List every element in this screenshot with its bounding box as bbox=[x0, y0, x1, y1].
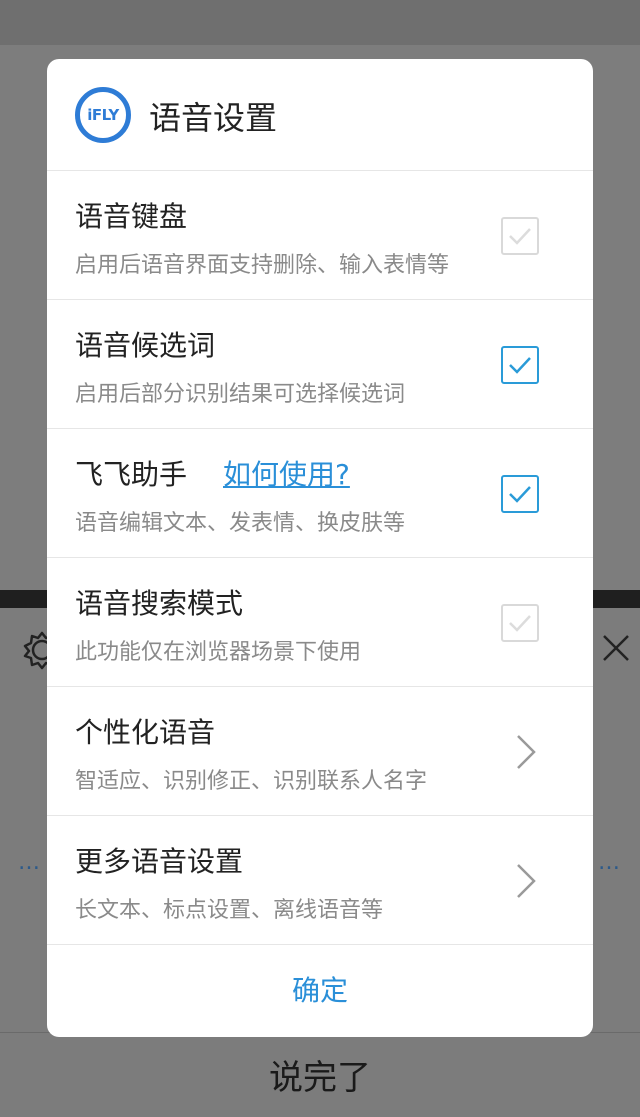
setting-title: 语音搜索模式 bbox=[75, 587, 244, 620]
setting-row-voice-search-mode[interactable]: 语音搜索模式 此功能仅在浏览器场景下使用 bbox=[47, 558, 593, 687]
setting-title: 语音候选词 bbox=[75, 329, 216, 362]
check-icon bbox=[509, 615, 531, 632]
setting-row-more-voice-settings[interactable]: 更多语音设置 长文本、标点设置、离线语音等 bbox=[47, 816, 593, 945]
feifei-assistant-checkbox[interactable] bbox=[501, 475, 539, 513]
setting-subtitle: 启用后语音界面支持删除、输入表情等 bbox=[75, 253, 450, 278]
voice-candidates-checkbox[interactable] bbox=[501, 346, 539, 384]
chevron-right-icon bbox=[517, 735, 536, 769]
setting-row-voice-keyboard[interactable]: 语音键盘 启用后语音界面支持删除、输入表情等 bbox=[47, 171, 593, 300]
setting-subtitle: 长文本、标点设置、离线语音等 bbox=[75, 898, 384, 923]
setting-subtitle: 智适应、识别修正、识别联系人名字 bbox=[75, 769, 428, 794]
setting-title: 飞飞助手 bbox=[75, 458, 188, 491]
background-dots-left: … bbox=[18, 850, 42, 875]
voice-settings-dialog: iFLY 语音设置 语音键盘 启用后语音界面支持删除、输入表情等 语音候选词 启… bbox=[47, 59, 593, 1037]
background-dots-right: … bbox=[598, 850, 622, 875]
setting-subtitle: 语音编辑文本、发表情、换皮肤等 bbox=[75, 511, 406, 536]
setting-subtitle: 此功能仅在浏览器场景下使用 bbox=[75, 640, 362, 665]
dialog-title: 语音设置 bbox=[149, 99, 278, 137]
check-icon bbox=[509, 486, 531, 503]
setting-title: 个性化语音 bbox=[75, 716, 216, 749]
dialog-header: iFLY 语音设置 bbox=[47, 59, 593, 171]
chevron-right-icon bbox=[517, 864, 536, 898]
background-status-area bbox=[0, 0, 640, 45]
confirm-button[interactable]: 确定 bbox=[47, 945, 593, 1037]
done-speaking-button[interactable]: 说完了 bbox=[0, 1050, 640, 1099]
setting-row-personalized-voice[interactable]: 个性化语音 智适应、识别修正、识别联系人名字 bbox=[47, 687, 593, 816]
setting-title: 语音键盘 bbox=[75, 200, 188, 233]
check-icon bbox=[509, 357, 531, 374]
how-to-use-link[interactable]: 如何使用? bbox=[223, 453, 350, 493]
logo-text: iFLY bbox=[87, 106, 119, 124]
close-icon[interactable] bbox=[598, 628, 634, 668]
check-icon bbox=[509, 228, 531, 245]
ifly-logo-icon: iFLY bbox=[75, 87, 131, 143]
voice-keyboard-checkbox[interactable] bbox=[501, 217, 539, 255]
voice-search-mode-checkbox[interactable] bbox=[501, 604, 539, 642]
setting-title: 更多语音设置 bbox=[75, 845, 244, 878]
setting-row-feifei-assistant[interactable]: 飞飞助手 如何使用? 语音编辑文本、发表情、换皮肤等 bbox=[47, 429, 593, 558]
setting-row-voice-candidates[interactable]: 语音候选词 启用后部分识别结果可选择候选词 bbox=[47, 300, 593, 429]
setting-subtitle: 启用后部分识别结果可选择候选词 bbox=[75, 382, 406, 407]
